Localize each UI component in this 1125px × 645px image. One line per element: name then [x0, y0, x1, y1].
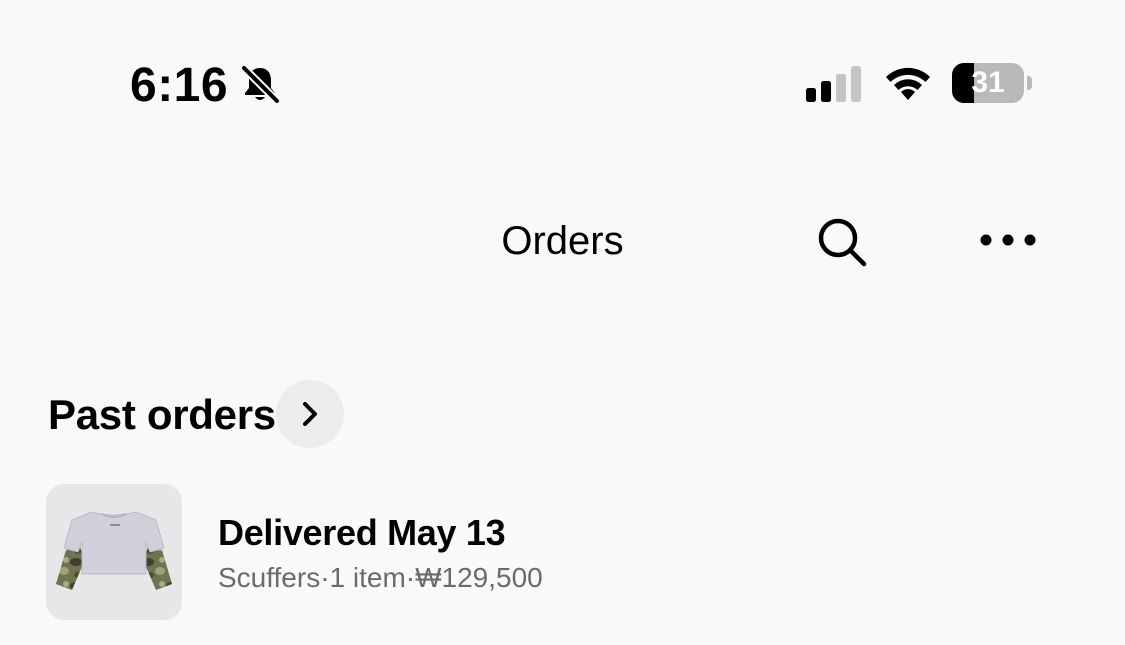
chevron-right-icon — [303, 402, 317, 426]
past-orders-see-all-button[interactable] — [276, 380, 344, 448]
order-thumbnail — [46, 484, 182, 620]
battery-indicator: 31 — [952, 63, 1032, 103]
battery-body: 31 — [952, 63, 1024, 103]
page-title-text: Orders — [501, 219, 624, 263]
cellular-signal-icon — [806, 66, 861, 102]
status-time: 6:16 — [130, 59, 229, 112]
order-list-item[interactable]: Delivered May 13 Scuffers·1 item·₩129,50… — [46, 484, 1076, 624]
order-status: Delivered May 13 — [218, 512, 506, 553]
more-horizontal-icon — [980, 234, 1036, 246]
section-title-past-orders: Past orders — [48, 391, 276, 438]
battery-level: 31 — [971, 66, 1005, 99]
wifi-icon — [886, 67, 930, 100]
shirt-image — [56, 511, 172, 590]
order-details: Scuffers·1 item·₩129,500 — [218, 562, 543, 593]
battery-cap — [1027, 76, 1032, 90]
search-icon — [818, 218, 867, 267]
bell-slash-icon — [240, 64, 281, 105]
more-options-button[interactable] — [968, 212, 1048, 268]
page-title: Orders — [0, 216, 1125, 266]
search-button[interactable] — [806, 206, 878, 278]
orders-screen: 6:16 31 Orders Past orders Delivered May… — [0, 0, 1125, 645]
